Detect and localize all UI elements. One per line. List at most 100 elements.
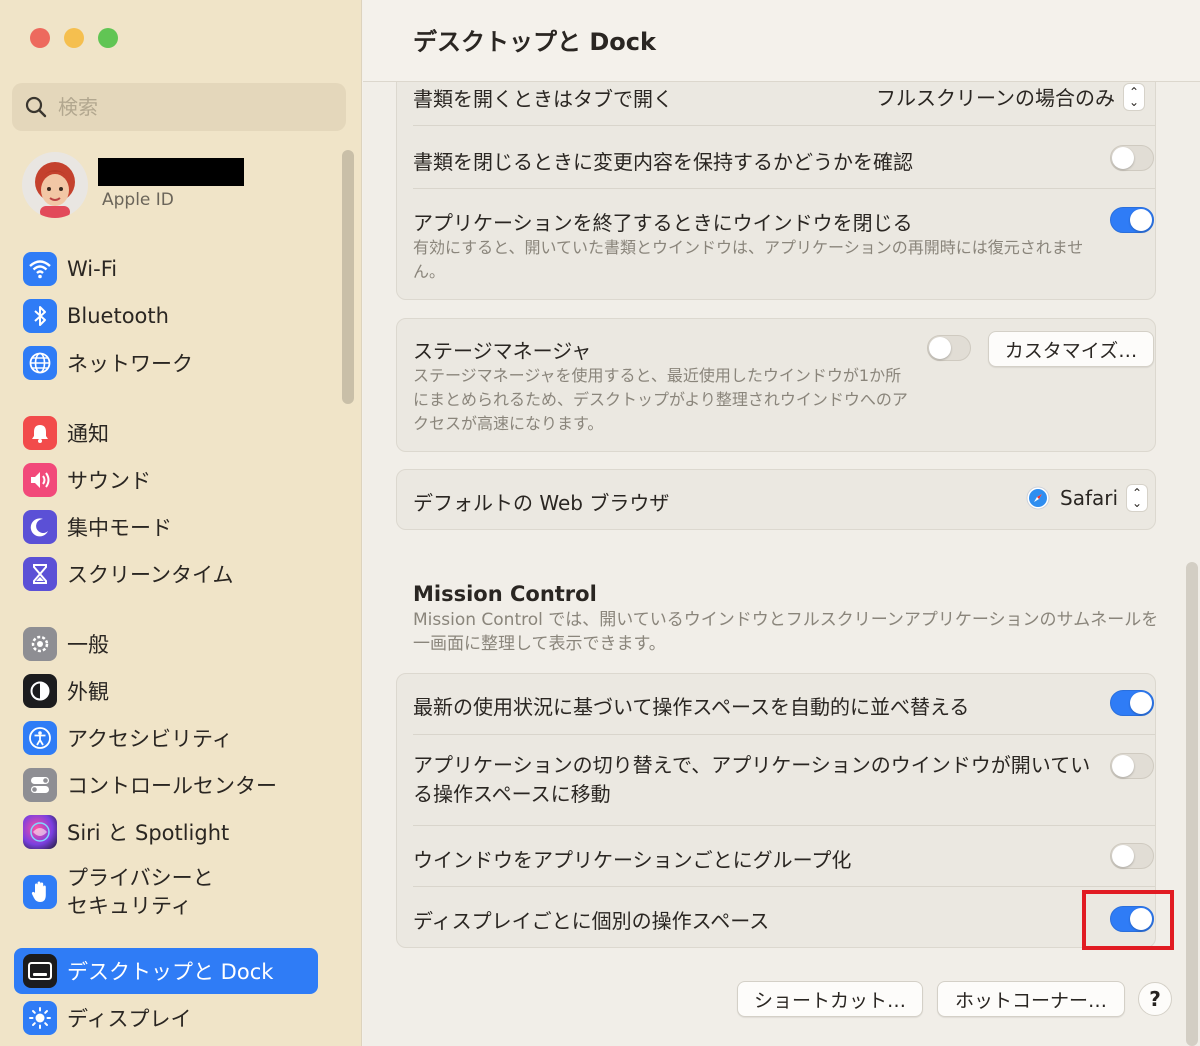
siri-icon xyxy=(23,815,57,849)
page-title: デスクトップと Dock xyxy=(413,28,656,56)
auto-rearrange-spaces-row: 最新の使用状況に基づいて操作スペースを自動的に並べ替える xyxy=(413,673,1158,734)
open-tabs-label: 書類を開くときはタブで開く xyxy=(413,87,673,111)
sidebar-item-label: Wi-Fi xyxy=(67,257,118,281)
redacted-name xyxy=(98,158,244,186)
sidebar-item-focus[interactable]: 集中モード xyxy=(14,504,318,550)
mission-control-description: Mission Control では、開いているウインドウとフルスクリーンアプリ… xyxy=(413,610,1159,654)
sidebar-item-general[interactable]: 一般 xyxy=(14,621,318,667)
default-browser-value: Safari xyxy=(1060,486,1119,510)
sidebar-item-screen-time[interactable]: スクリーンタイム xyxy=(14,551,318,597)
group-windows-label: ウインドウをアプリケーションごとにグループ化 xyxy=(413,848,852,872)
speaker-icon xyxy=(23,463,57,497)
sidebar-item-label: 一般 xyxy=(67,633,109,657)
ask-keep-changes-toggle[interactable] xyxy=(1110,145,1154,171)
stage-manager-description: ステージマネージャを使用すると、最近使用したウインドウが1か所にまとめられるため… xyxy=(413,366,908,433)
sidebar: Apple ID Wi-Fi Bluetooth ネットワーク 通知 サウンド xyxy=(0,0,362,1046)
dock-icon xyxy=(23,954,57,988)
sidebar-item-label: 通知 xyxy=(67,422,109,446)
sidebar-item-label: プライバシーと セキュリティ xyxy=(67,866,214,918)
popup-chevron-icon: ⌃ ⌄ xyxy=(1126,484,1149,512)
sidebar-scrollbar[interactable] xyxy=(342,150,354,404)
hand-icon xyxy=(23,875,57,909)
control-center-icon xyxy=(23,768,57,802)
open-tabs-popup[interactable]: フルスクリーンの場合のみ ⌃ ⌄ xyxy=(876,82,1145,111)
sidebar-item-sound[interactable]: サウンド xyxy=(14,457,318,503)
switch-to-space-toggle[interactable] xyxy=(1110,753,1154,779)
sidebar-item-label: ネットワーク xyxy=(67,352,193,376)
help-button[interactable]: ? xyxy=(1138,982,1172,1016)
sidebar-item-siri-spotlight[interactable]: Siri と Spotlight xyxy=(14,809,318,855)
close-windows-description: 有効にすると、開いていた書類とウインドウは、アプリケーションの再開時には復元され… xyxy=(413,238,1084,281)
moon-icon xyxy=(23,510,57,544)
mission-control-title: Mission Control xyxy=(413,582,597,606)
auto-rearrange-spaces-label: 最新の使用状況に基づいて操作スペースを自動的に並べ替える xyxy=(413,695,970,719)
accessibility-icon xyxy=(23,721,57,755)
sidebar-item-label: スクリーンタイム xyxy=(67,563,234,587)
sidebar-item-label: コントロールセンター xyxy=(67,774,277,798)
search-input[interactable] xyxy=(58,95,318,119)
close-window-button[interactable] xyxy=(30,28,50,48)
customize-stage-manager-button[interactable]: カスタマイズ… xyxy=(988,331,1154,367)
default-browser-label: デフォルトの Web ブラウザ xyxy=(413,491,670,515)
bell-icon xyxy=(23,416,57,450)
sidebar-item-bluetooth[interactable]: Bluetooth xyxy=(14,293,318,339)
search-icon xyxy=(25,96,47,118)
close-windows-toggle[interactable] xyxy=(1110,207,1154,233)
sidebar-item-label: ディスプレイ xyxy=(67,1007,192,1031)
ask-keep-changes-label: 書類を閉じるときに変更内容を保持するかどうかを確認 xyxy=(413,150,913,174)
highlight-box xyxy=(1082,890,1174,950)
open-tabs-value: フルスクリーンの場合のみ xyxy=(876,86,1115,110)
gear-icon xyxy=(23,627,57,661)
sidebar-item-label: Bluetooth xyxy=(67,304,169,328)
stage-manager-label: ステージマネージャ xyxy=(413,339,592,363)
auto-rearrange-spaces-toggle[interactable] xyxy=(1110,690,1154,716)
sidebar-item-accessibility[interactable]: アクセシビリティ xyxy=(14,715,318,761)
open-tabs-row: 書類を開くときはタブで開く フルスクリーンの場合のみ ⌃ ⌄ xyxy=(413,82,1158,124)
appearance-icon xyxy=(23,674,57,708)
hot-corners-button[interactable]: ホットコーナー… xyxy=(937,981,1125,1017)
sidebar-item-control-center[interactable]: コントロールセンター xyxy=(14,762,318,808)
settings-pane: 書類を開くときはタブで開く フルスクリーンの場合のみ ⌃ ⌄ 書類を閉じるときに変… xyxy=(363,0,1200,1046)
sidebar-item-label: デスクトップと Dock xyxy=(67,960,274,984)
default-browser-popup[interactable]: Safari ⌃ ⌄ xyxy=(1026,484,1149,512)
group-windows-row: ウインドウをアプリケーションごとにグループ化 xyxy=(413,826,1158,886)
main-scrollbar[interactable] xyxy=(1186,562,1198,1046)
switch-to-space-row: アプリケーションの切り替えで、アプリケーションのウインドウが開いている操作スペー… xyxy=(413,735,1158,825)
avatar xyxy=(22,152,88,218)
sidebar-item-appearance[interactable]: 外観 xyxy=(14,668,318,714)
window-controls xyxy=(30,28,118,48)
safari-icon xyxy=(1026,486,1050,510)
sidebar-item-label: 集中モード xyxy=(67,516,172,540)
sidebar-item-notifications[interactable]: 通知 xyxy=(14,410,318,456)
close-windows-label: アプリケーションを終了するときにウインドウを閉じる xyxy=(413,211,913,235)
sidebar-item-wifi[interactable]: Wi-Fi xyxy=(14,246,318,292)
sidebar-item-displays[interactable]: ディスプレイ xyxy=(14,995,318,1041)
default-browser-row: デフォルトの Web ブラウザ Safari ⌃ ⌄ xyxy=(413,469,1158,530)
popup-chevron-icon: ⌃ ⌄ xyxy=(1123,82,1145,111)
globe-icon xyxy=(23,346,57,380)
sidebar-item-desktop-dock[interactable]: デスクトップと Dock xyxy=(14,948,318,994)
wifi-icon xyxy=(23,252,57,286)
switch-to-space-label: アプリケーションの切り替えで、アプリケーションのウインドウが開いている操作スペー… xyxy=(413,753,1091,806)
minimize-window-button[interactable] xyxy=(64,28,84,48)
close-windows-row: アプリケーションを終了するときにウインドウを閉じる 有効にすると、開いていた書類… xyxy=(413,189,1158,299)
sun-icon xyxy=(23,1001,57,1035)
separate-spaces-label: ディスプレイごとに個別の操作スペース xyxy=(413,909,770,933)
titlebar: デスクトップと Dock xyxy=(363,0,1200,82)
separate-spaces-row: ディスプレイごとに個別の操作スペース xyxy=(413,887,1158,947)
zoom-window-button[interactable] xyxy=(98,28,118,48)
apple-id-label: Apple ID xyxy=(102,190,174,210)
stage-manager-toggle[interactable] xyxy=(927,335,971,361)
sidebar-item-label: Siri と Spotlight xyxy=(67,821,230,845)
sidebar-item-privacy-security[interactable]: プライバシーと セキュリティ xyxy=(14,862,318,922)
sidebar-item-label: 外観 xyxy=(67,680,109,704)
stage-manager-row: ステージマネージャ カスタマイズ… ステージマネージャを使用すると、最近使用した… xyxy=(413,318,1158,452)
hourglass-icon xyxy=(23,557,57,591)
search-field[interactable] xyxy=(12,83,346,131)
bluetooth-icon xyxy=(23,299,57,333)
apple-id-profile[interactable]: Apple ID xyxy=(22,152,342,222)
sidebar-item-label: アクセシビリティ xyxy=(67,727,233,751)
group-windows-toggle[interactable] xyxy=(1110,843,1154,869)
shortcuts-button[interactable]: ショートカット… xyxy=(737,981,923,1017)
sidebar-item-network[interactable]: ネットワーク xyxy=(14,340,318,386)
